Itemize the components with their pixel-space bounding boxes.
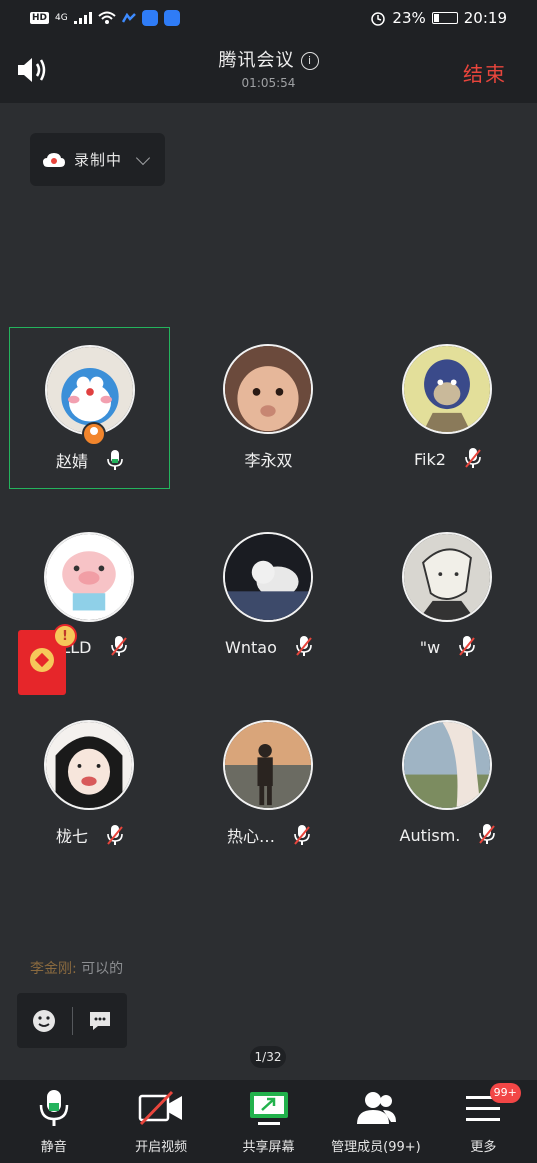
cat-avatar [223, 532, 313, 622]
participant-name: 热心… [226, 827, 275, 846]
red-packet-alert-badge: ! [53, 624, 77, 648]
chat-bubble-icon [89, 1011, 110, 1030]
clock: 20:19 [463, 9, 507, 27]
participant-name-row: 赵婧 [10, 448, 169, 472]
participant-tile[interactable]: 李永双 [188, 327, 349, 489]
mic-muted-icon [296, 636, 312, 656]
network-type: 4G [55, 13, 68, 23]
battery-icon [431, 12, 458, 24]
girl-avatar [44, 720, 134, 810]
anime-avatar [402, 532, 492, 622]
participant-tile[interactable]: Wntao [188, 515, 349, 677]
participant-name-row: 栊七 [9, 823, 170, 847]
mic-muted-icon [110, 636, 127, 656]
participant-name: Fik2 [413, 450, 446, 469]
info-icon[interactable]: i [300, 52, 319, 70]
participant-name: 栊七 [55, 827, 88, 846]
participant-name: Wntao [225, 638, 277, 657]
participant-tile[interactable]: Autism. [367, 703, 528, 865]
emoji-button[interactable] [17, 993, 72, 1048]
host-badge-icon [82, 422, 106, 446]
app-notify-icon [141, 10, 158, 26]
manage-members-button[interactable]: 管理成员(99+) [322, 1080, 429, 1163]
more-count-badge: 99+ [489, 1083, 521, 1103]
participant-name-row: 李永双 [188, 447, 349, 471]
bottom-toolbar: 静音 开启视频 共享屏幕 管理成员(99+) 99+ 更多 [0, 1080, 537, 1163]
share-screen-icon [249, 1092, 288, 1125]
hd-indicator: HD [30, 12, 50, 24]
status-right: 23% 20:19 [370, 9, 507, 27]
mic-muted-icon [459, 636, 476, 656]
coin-icon [30, 648, 54, 672]
mic-muted-icon [465, 448, 481, 468]
baby-avatar [223, 344, 313, 434]
mute-button[interactable]: 静音 [0, 1080, 107, 1163]
chat-button[interactable] [73, 993, 128, 1048]
participant-name: Autism. [399, 826, 461, 845]
toolbar-label: 开启视频 [135, 1140, 188, 1155]
chat-sender: 李金刚: [30, 961, 77, 977]
mic-muted-icon [107, 825, 123, 845]
status-bar: HD 4G 23% 20:19 [0, 0, 537, 38]
app-notify-icon [121, 13, 136, 23]
participant-name: "w [419, 638, 441, 657]
participant-name-row: 热心… [188, 823, 349, 847]
cloud-record-icon [43, 152, 65, 167]
chat-text: 可以的 [76, 961, 124, 977]
toolbar-label: 更多 [470, 1140, 497, 1155]
toolbar-label: 静音 [40, 1140, 67, 1155]
mic-icon [39, 1090, 68, 1126]
battery-fill [433, 14, 439, 22]
meeting-title[interactable]: 腾讯会议 [219, 50, 295, 71]
end-meeting-button[interactable]: 结束 [463, 58, 507, 87]
chevron-down-icon [135, 150, 151, 165]
person-avatar [223, 720, 313, 810]
members-icon [356, 1092, 396, 1124]
mic-muted-icon [294, 825, 310, 845]
more-button[interactable]: 99+ 更多 [430, 1080, 537, 1163]
participant-name-row: Fik2 [367, 447, 528, 469]
wifi-icon [98, 11, 116, 24]
red-packet-button[interactable]: ! [18, 624, 77, 695]
toolbar-label: 管理成员(99+) [331, 1140, 421, 1155]
signal-icon [73, 12, 92, 24]
alarm-icon [371, 12, 386, 26]
status-left: HD 4G [30, 10, 180, 26]
video-off-icon [138, 1090, 183, 1126]
pig-avatar [44, 532, 134, 622]
mic-on-icon [107, 450, 123, 470]
start-video-button[interactable]: 开启视频 [107, 1080, 214, 1163]
battery-percent: 23% [392, 9, 426, 27]
participant-tile[interactable]: Fik2 [367, 327, 528, 489]
participant-name: 李永双 [244, 451, 293, 470]
ape-avatar [402, 344, 492, 434]
meeting-timer: 01:05:54 [241, 76, 296, 90]
share-screen-button[interactable]: 共享屏幕 [215, 1080, 322, 1163]
participant-tile[interactable]: 栊七 [9, 703, 170, 865]
participant-name: 赵婧 [55, 452, 88, 471]
participant-tile[interactable]: "w [367, 515, 528, 677]
participant-tile[interactable]: 热心… [188, 703, 349, 865]
title-wrap: 腾讯会议 i 01:05:54 [0, 46, 537, 90]
toolbar-label: 共享屏幕 [242, 1140, 295, 1155]
mic-muted-icon [479, 824, 496, 844]
participant-name-row: Wntao [188, 635, 349, 657]
cloth-avatar [402, 720, 492, 810]
participant-name-row: Autism. [367, 823, 528, 845]
chat-tools [17, 993, 127, 1048]
recording-label: 录制中 [74, 151, 123, 169]
emoji-icon [33, 1009, 56, 1032]
participant-tile[interactable]: 赵婧 [9, 327, 170, 489]
chat-message: 李金刚: 可以的 [30, 958, 123, 978]
participant-name-row: "w [367, 635, 528, 657]
recording-status[interactable]: 录制中 [30, 133, 165, 186]
app-notify-icon [163, 10, 180, 26]
meeting-header: 腾讯会议 i 01:05:54 结束 [0, 38, 537, 103]
page-indicator: 1/32 [250, 1046, 286, 1068]
